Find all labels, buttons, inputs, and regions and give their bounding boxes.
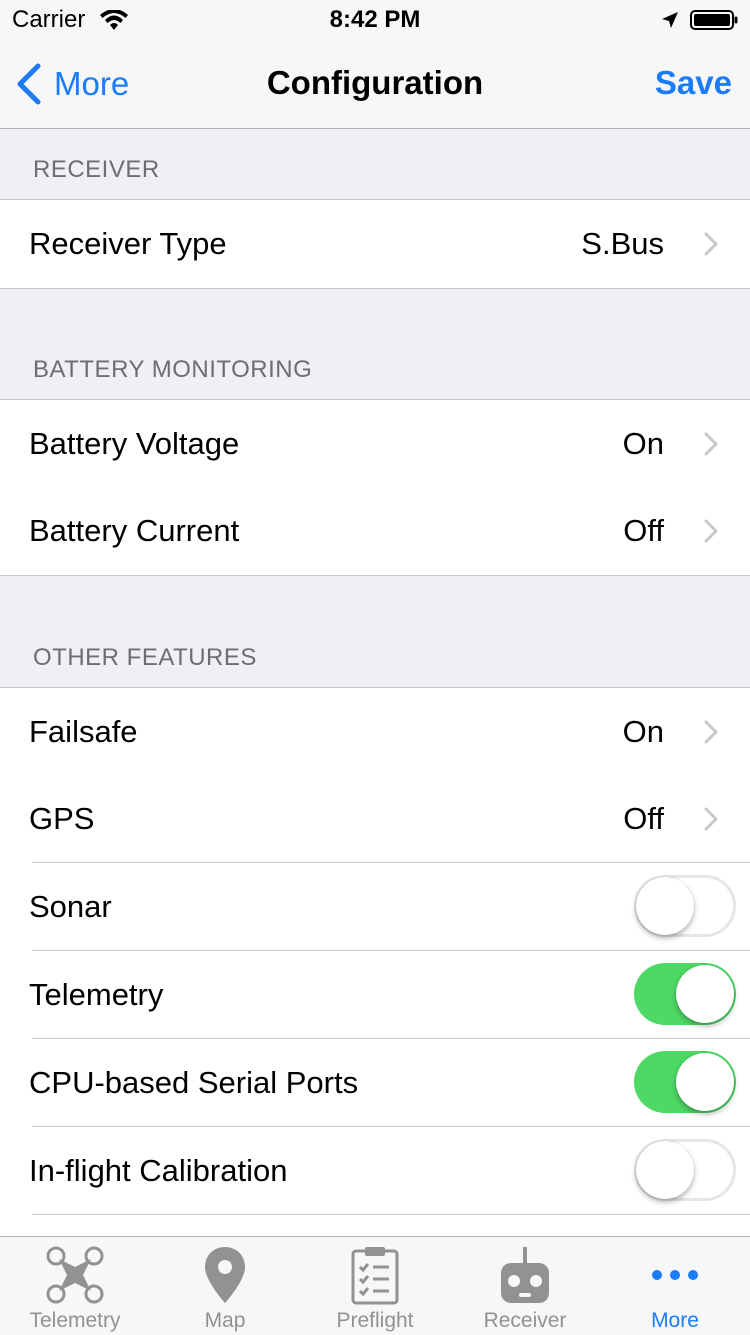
row-value: S.Bus: [581, 226, 664, 261]
section-header-other-features: OTHER FEATURES: [33, 644, 257, 671]
row-value: On: [622, 714, 664, 749]
battery-icon: [690, 10, 738, 30]
location-arrow-icon: [662, 12, 678, 28]
tab-more[interactable]: More: [600, 1237, 750, 1335]
tab-preflight[interactable]: Preflight: [300, 1237, 450, 1335]
section-header-battery: BATTERY MONITORING: [33, 356, 313, 383]
row-receiver-type[interactable]: Receiver Type S.Bus: [0, 199, 750, 289]
row-telemetry: Telemetry: [0, 951, 750, 1039]
row-battery-current[interactable]: Battery Current Off: [0, 487, 750, 576]
tab-telemetry[interactable]: Telemetry: [0, 1237, 150, 1335]
row-failsafe[interactable]: Failsafe On: [0, 687, 750, 776]
toggle-knob: [676, 1053, 734, 1111]
clipboard-checklist-icon: [351, 1247, 399, 1305]
row-value: Off: [623, 801, 664, 836]
row-label: GPS: [29, 801, 95, 836]
status-bar: Carrier 8:42 PM: [0, 0, 750, 40]
row-sonar: Sonar: [0, 863, 750, 951]
row-label: Battery Current: [29, 513, 240, 548]
tab-bar: Telemetry Map Preflight Receiver More: [0, 1236, 750, 1335]
tab-label: Receiver: [483, 1309, 567, 1332]
row-label: In-flight Calibration: [29, 1153, 288, 1188]
chevron-right-icon: [704, 232, 718, 256]
map-pin-icon: [205, 1247, 245, 1303]
inflight-calibration-toggle[interactable]: [634, 1139, 736, 1201]
chevron-right-icon: [704, 519, 718, 543]
row-gps[interactable]: GPS Off: [0, 775, 750, 863]
row-value: On: [622, 426, 664, 461]
toggle-knob: [636, 877, 694, 935]
status-time: 8:42 PM: [329, 6, 421, 33]
row-partial: [0, 1215, 750, 1236]
row-label: Sonar: [29, 889, 112, 924]
row-label: CPU-based Serial Ports: [29, 1065, 359, 1100]
row-label: Receiver Type: [29, 226, 227, 261]
telemetry-toggle[interactable]: [634, 963, 736, 1025]
toggle-knob: [676, 965, 734, 1023]
row-label: Telemetry: [29, 977, 164, 1012]
tab-map[interactable]: Map: [150, 1237, 300, 1335]
row-label: Failsafe: [29, 714, 138, 749]
tab-label: Telemetry: [29, 1309, 121, 1332]
tab-label: Preflight: [336, 1309, 414, 1332]
rc-transmitter-icon: [501, 1247, 549, 1303]
tab-label: Map: [204, 1309, 246, 1332]
row-inflight-calibration: In-flight Calibration: [0, 1127, 750, 1215]
row-value: Off: [623, 513, 664, 548]
row-cpu-serial-ports: CPU-based Serial Ports: [0, 1039, 750, 1127]
chevron-right-icon: [704, 720, 718, 744]
sonar-toggle[interactable]: [634, 875, 736, 937]
toggle-knob: [636, 1141, 694, 1199]
quadcopter-icon: [46, 1246, 104, 1304]
tab-label: More: [651, 1309, 699, 1332]
section-header-receiver: RECEIVER: [33, 156, 160, 183]
row-battery-voltage[interactable]: Battery Voltage On: [0, 399, 750, 488]
page-title: Configuration: [266, 64, 484, 101]
save-button[interactable]: Save: [655, 64, 732, 102]
row-label: Battery Voltage: [29, 426, 240, 461]
tab-receiver[interactable]: Receiver: [450, 1237, 600, 1335]
chevron-right-icon: [704, 807, 718, 831]
more-dots-icon: [652, 1270, 698, 1280]
navigation-bar: More Configuration Save: [0, 40, 750, 129]
chevron-right-icon: [704, 432, 718, 456]
cpu-serial-ports-toggle[interactable]: [634, 1051, 736, 1113]
